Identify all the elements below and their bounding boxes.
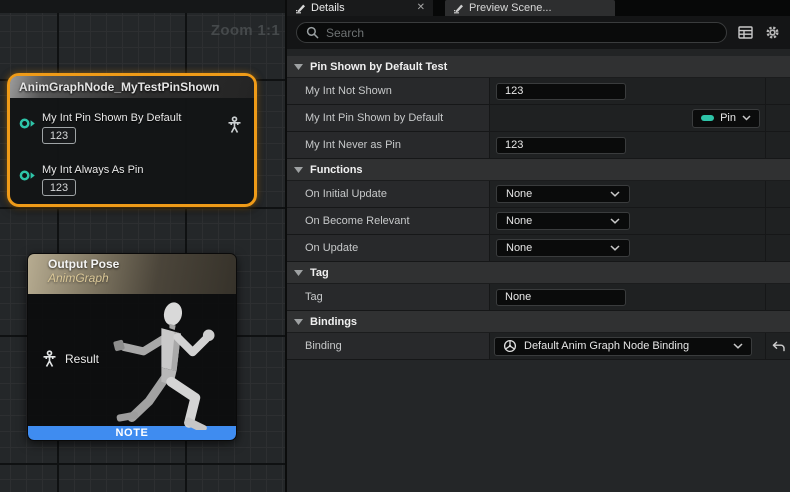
binding-dropdown[interactable]: Default Anim Graph Node Binding (494, 337, 752, 356)
anim-graph-node-selected[interactable]: AnimGraphNode_MyTestPinShown My Int Pin … (7, 73, 257, 207)
details-tab-icon (295, 3, 306, 14)
section-header-functions[interactable]: Functions (287, 159, 790, 181)
node-header[interactable]: AnimGraphNode_MyTestPinShown (10, 76, 254, 98)
spacer (287, 49, 790, 56)
chevron-down-icon (610, 191, 620, 197)
anim-graph-canvas[interactable]: Zoom 1:1 AnimGraphNode_MyTestPinShown My… (0, 0, 285, 492)
chevron-down-icon (610, 218, 620, 224)
property-row-on-update: On Update None (287, 235, 790, 262)
result-pin-label: Result (65, 352, 99, 366)
section-header-bindings[interactable]: Bindings (287, 311, 790, 333)
output-pose-title: Output Pose (48, 257, 236, 271)
output-pose-header[interactable]: Output Pose AnimGraph (28, 254, 236, 294)
pin-default-value-input[interactable] (42, 127, 76, 144)
output-pose-body: Result (28, 294, 236, 426)
property-row-my-int-pin-shown: My Int Pin Shown by Default Pin (287, 105, 790, 132)
pose-watch-person-icon[interactable] (227, 116, 242, 134)
section-header-tag[interactable]: Tag (287, 262, 790, 284)
property-label: Binding (305, 340, 342, 352)
property-label: Tag (305, 291, 323, 303)
unreal-anim-blueprint-editor: Zoom 1:1 AnimGraphNode_MyTestPinShown My… (0, 0, 790, 492)
node-title: AnimGraphNode_MyTestPinShown (19, 80, 219, 94)
search-icon (306, 26, 319, 39)
tab-details[interactable]: Details ✕ (287, 0, 433, 16)
collapse-triangle-icon (294, 64, 303, 70)
property-row-tag: Tag (287, 284, 790, 311)
chevron-down-icon (610, 245, 620, 251)
pose-person-icon (42, 350, 57, 368)
pin-row-shown-by-default: My Int Pin Shown By Default (19, 112, 181, 144)
graph-top-border (0, 0, 285, 13)
property-row-my-int-never-pin: My Int Never as Pin (287, 132, 790, 159)
collapse-triangle-icon (294, 270, 303, 276)
section-header-pin-shown[interactable]: Pin Shown by Default Test (287, 56, 790, 78)
tab-preview-scene[interactable]: Preview Scene... (445, 0, 615, 16)
property-label: On Become Relevant (305, 215, 410, 227)
preview-tab-icon (453, 3, 464, 14)
search-input[interactable] (326, 26, 717, 40)
property-row-binding: Binding Default Anim Graph Node Binding (287, 333, 790, 360)
int-pin-icon[interactable] (19, 169, 36, 182)
pin-default-value-input[interactable] (42, 179, 76, 196)
my-int-never-pin-input[interactable] (496, 137, 626, 154)
tab-close-icon[interactable]: ✕ (417, 3, 425, 13)
property-label: On Initial Update (305, 188, 387, 200)
my-int-not-shown-input[interactable] (496, 83, 626, 100)
chevron-down-icon (742, 115, 751, 121)
binding-sphere-icon (503, 339, 517, 353)
on-become-relevant-dropdown[interactable]: None (496, 212, 630, 230)
pin-label: My Int Always As Pin (42, 164, 143, 176)
search-box[interactable] (296, 22, 727, 43)
reset-to-default-icon[interactable] (772, 341, 785, 352)
pin-capsule-icon (701, 115, 714, 121)
panel-tab-bar: Details ✕ Preview Scene... (287, 0, 790, 16)
output-pose-subtitle: AnimGraph (48, 271, 236, 285)
output-pose-node[interactable]: Output Pose AnimGraph (27, 253, 237, 441)
pin-visibility-dropdown[interactable]: Pin (692, 109, 760, 128)
property-label: My Int Never as Pin (305, 139, 401, 151)
tab-details-label: Details (311, 2, 345, 14)
property-label: On Update (305, 242, 358, 254)
running-mannequin-image (76, 296, 236, 430)
pin-label: My Int Pin Shown By Default (42, 112, 181, 124)
tab-preview-label: Preview Scene... (469, 2, 552, 14)
settings-gear-icon[interactable] (763, 24, 781, 42)
property-row-on-initial-update: On Initial Update None (287, 181, 790, 208)
property-row-my-int-not-shown: My Int Not Shown (287, 78, 790, 105)
property-list: Pin Shown by Default Test My Int Not Sho… (287, 49, 790, 492)
display-filter-icon[interactable] (736, 24, 754, 42)
property-label: My Int Pin Shown by Default (305, 112, 443, 124)
int-pin-icon[interactable] (19, 117, 36, 130)
collapse-triangle-icon (294, 319, 303, 325)
tag-input[interactable] (496, 289, 626, 306)
on-update-dropdown[interactable]: None (496, 239, 630, 257)
collapse-triangle-icon (294, 167, 303, 173)
property-label: My Int Not Shown (305, 85, 392, 97)
result-pin-row[interactable]: Result (42, 350, 99, 368)
on-initial-update-dropdown[interactable]: None (496, 185, 630, 203)
details-panel: Details ✕ Preview Scene... (285, 0, 790, 492)
pin-row-always-as-pin: My Int Always As Pin (19, 164, 143, 196)
zoom-level-label: Zoom 1:1 (211, 22, 280, 39)
chevron-down-icon (733, 343, 743, 349)
property-row-on-become-relevant: On Become Relevant None (287, 208, 790, 235)
panel-empty-area (287, 360, 790, 492)
search-row (287, 16, 790, 49)
